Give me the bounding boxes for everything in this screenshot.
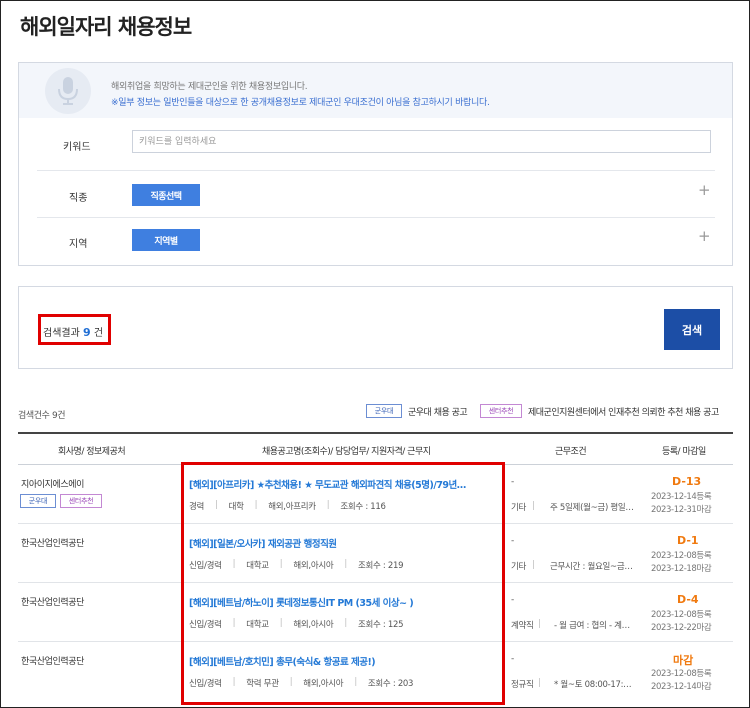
condition-detail: * 월~토 08:00-17:…	[554, 680, 632, 690]
legend-center: 센터추천 제대군인지원센터에서 인재추천 의뢰한 추천 채용 공고	[480, 404, 719, 418]
highlight-box-result	[38, 314, 111, 345]
header-condition: 근무조건	[555, 447, 587, 457]
highlight-box-jobs	[181, 462, 505, 705]
notice-text: 해외취업을 희망하는 제대군인을 위한 채용정보입니다.	[111, 82, 308, 92]
dday-badge: D-4	[677, 593, 699, 606]
job-category-button[interactable]: 직종선택	[132, 184, 200, 206]
legend-military: 군우대 군우대 채용 공고	[366, 404, 468, 418]
registered-date: 2023-12-14등록	[651, 492, 712, 502]
employment-type: 계약직	[511, 621, 534, 631]
company-name[interactable]: 한국산업인력공단	[21, 536, 84, 549]
header-job: 채용공고명(조회수)/ 담당업무/ 지원자격/ 근무지	[262, 447, 431, 457]
company-name[interactable]: 지아이지에스에이	[21, 477, 84, 490]
registered-date: 2023-12-08등록	[651, 669, 712, 679]
job-category-label: 직종	[69, 193, 88, 204]
notice-banner: 해외취업을 희망하는 제대군인을 위한 채용정보입니다. ※일부 정보는 일반인…	[19, 63, 732, 118]
header-date: 등록/ 마감일	[662, 447, 706, 457]
microphone-icon	[45, 68, 91, 114]
legend-military-text: 군우대 채용 공고	[408, 407, 468, 418]
condition-dash: -	[511, 536, 515, 546]
condition-detail: - 월 급여 : 협의 - 계…	[554, 621, 630, 631]
condition-dash: -	[511, 654, 515, 664]
keyword-input[interactable]	[132, 130, 711, 153]
result-summary: 검색결과 9 건	[18, 286, 733, 369]
region-expand-icon[interactable]: +	[698, 229, 711, 244]
notice-warning-text: ※일부 정보는 일반인들을 대상으로 한 공개채용정보로 제대군인 우대조건이 …	[111, 98, 490, 108]
legend-center-text: 제대군인지원센터에서 인재추천 의뢰한 추천 채용 공고	[528, 407, 719, 418]
keyword-label: 키워드	[63, 142, 91, 153]
condition-detail: 주 5일제(월~금) 평일…	[550, 503, 634, 513]
divider	[37, 170, 715, 171]
center-tag: 센터추천	[480, 404, 522, 418]
employment-type: 정규직	[511, 680, 534, 690]
search-button[interactable]: 검색	[664, 309, 720, 350]
deadline-date: 2023-12-31마감	[651, 505, 712, 515]
condition-dash: -	[511, 595, 515, 605]
divider	[37, 217, 715, 218]
company-name[interactable]: 한국산업인력공단	[21, 654, 84, 667]
deadline-date: 2023-12-22마감	[651, 623, 712, 633]
employment-type: 기타	[511, 562, 527, 572]
dday-badge: D-13	[672, 475, 702, 488]
condition-detail: 근무시간 : 월요일~금…	[550, 562, 633, 572]
dday-badge: D-1	[677, 534, 699, 547]
company-tags: 군우대 센터추천	[20, 494, 102, 508]
page-title: 해외일자리 채용정보	[20, 15, 192, 39]
table-header: 회사명/ 정보제공처 채용공고명(조회수)/ 담당업무/ 지원자격/ 근무지 근…	[18, 432, 733, 465]
list-count: 검색건수 9건	[18, 411, 66, 421]
military-tag: 군우대	[366, 404, 402, 418]
job-category-expand-icon[interactable]: +	[698, 183, 711, 198]
deadline-date: 2023-12-14마감	[651, 682, 712, 692]
center-tag: 센터추천	[60, 494, 102, 508]
dday-badge: 마감	[673, 654, 694, 667]
registered-date: 2023-12-08등록	[651, 551, 712, 561]
region-label: 지역	[69, 239, 88, 250]
header-company: 회사명/ 정보제공처	[58, 447, 126, 457]
registered-date: 2023-12-08등록	[651, 610, 712, 620]
region-button[interactable]: 지역별	[132, 229, 200, 251]
military-tag: 군우대	[20, 494, 56, 508]
search-form: 해외취업을 희망하는 제대군인을 위한 채용정보입니다. ※일부 정보는 일반인…	[18, 62, 733, 266]
employment-type: 기타	[511, 503, 527, 513]
condition-dash: -	[511, 477, 515, 487]
company-name[interactable]: 한국산업인력공단	[21, 595, 84, 608]
deadline-date: 2023-12-18마감	[651, 564, 712, 574]
